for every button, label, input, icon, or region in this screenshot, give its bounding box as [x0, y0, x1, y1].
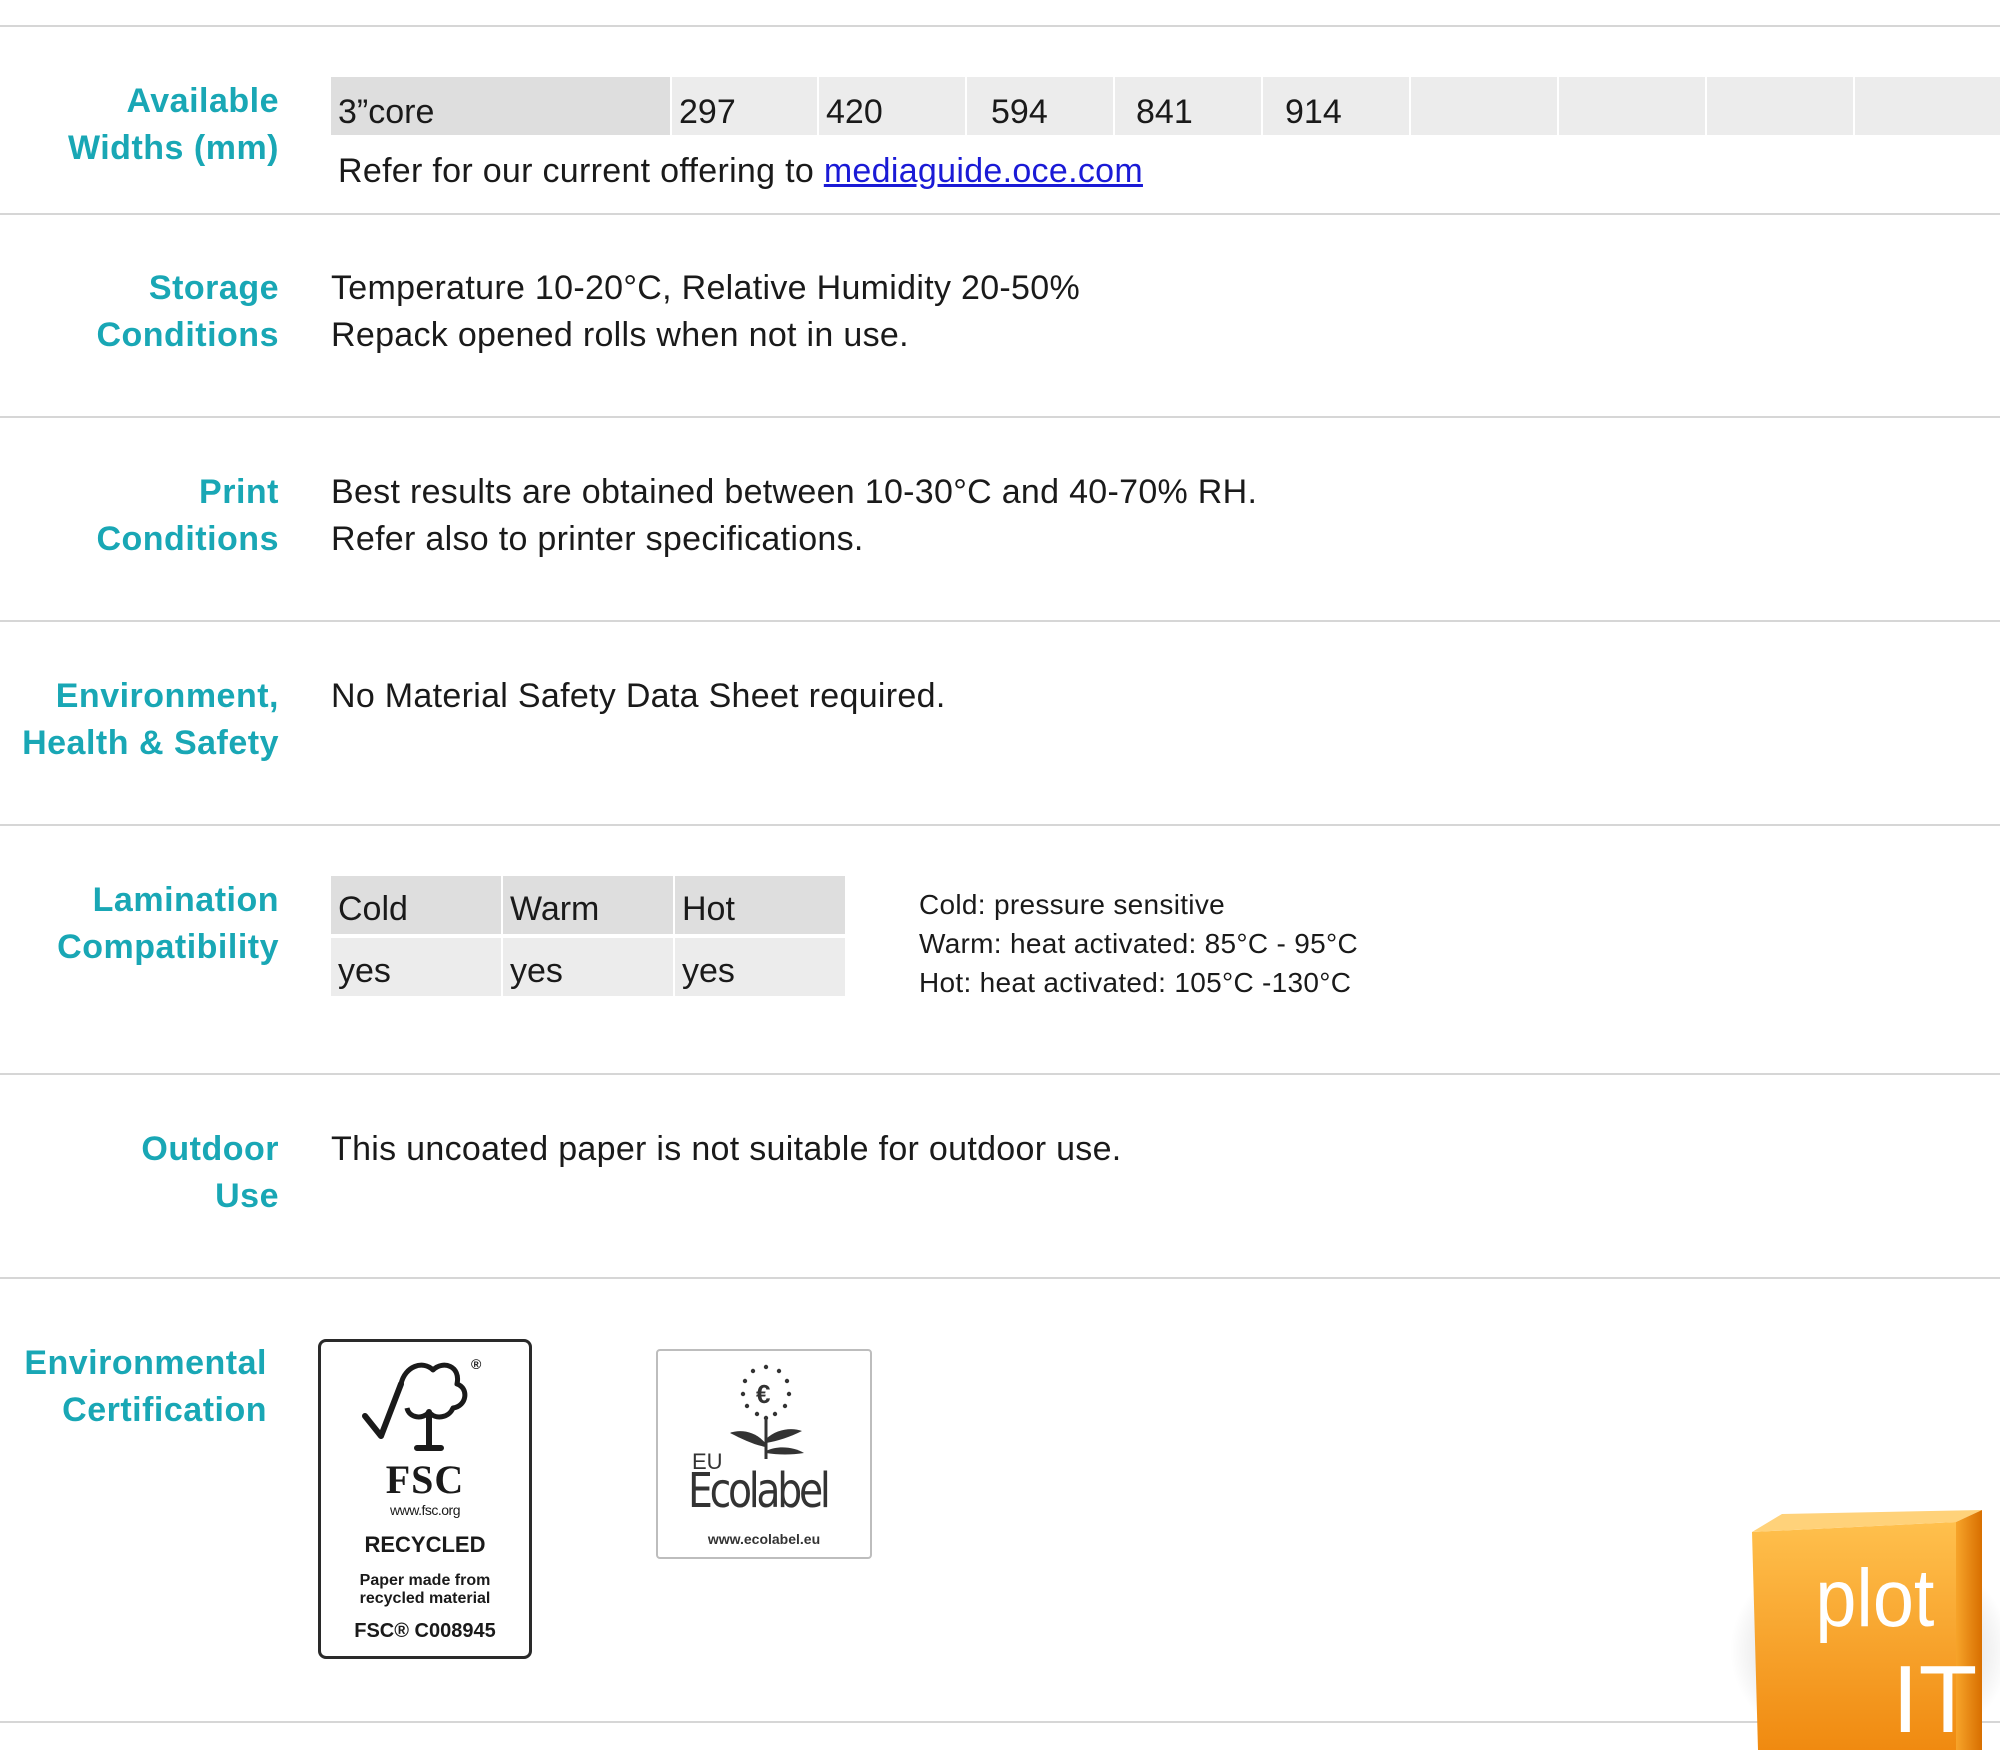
widths-core-cell: 3”core [331, 77, 670, 135]
outdoor-label: Outdoor Use [0, 1126, 279, 1220]
eu-ecolabel-logo: € EU Ecolabel www.ecolabel.eu [656, 1349, 872, 1559]
print-label-line2: Conditions [96, 520, 279, 558]
rule-after-widths [0, 213, 2000, 215]
widths-label: Available Widths (mm) [0, 78, 279, 172]
fsc-url: www.fsc.org [390, 1502, 460, 1518]
storage-label: Storage Conditions [0, 265, 279, 359]
rule-after-storage [0, 416, 2000, 418]
storage-label-line1: Storage [148, 269, 279, 307]
certification-label: Environmental Certification [0, 1340, 267, 1434]
outdoor-label-line2: Use [215, 1177, 279, 1215]
outdoor-label-line1: Outdoor [141, 1130, 279, 1168]
plotit-logo: plot IT [1730, 1510, 2000, 1750]
outdoor-line1: This uncoated paper is not suitable for … [331, 1130, 1122, 1168]
print-line2: Refer also to printer specifications. [331, 520, 864, 558]
lamination-header-hot: Hot [675, 876, 845, 934]
print-text: Best results are obtained between 10-30°… [331, 469, 1257, 563]
certification-label-line2: Certification [62, 1391, 267, 1429]
ehs-label: Environment, Health & Safety [0, 673, 279, 767]
fsc-mark: FSC [385, 1457, 465, 1502]
ehs-line1: No Material Safety Data Sheet required. [331, 677, 946, 715]
widths-refer: Refer for our current offering to mediag… [338, 148, 1143, 195]
fsc-recycled: RECYCLED [364, 1532, 486, 1557]
storage-line1: Temperature 10-20°C, Relative Humidity 2… [331, 269, 1080, 307]
lamination-label-line2: Compatibility [57, 928, 279, 966]
outdoor-text: This uncoated paper is not suitable for … [331, 1126, 1122, 1173]
lamination-note-warm: Warm: heat activated: 85°C - 95°C [919, 928, 1358, 959]
rule-after-ehs [0, 824, 2000, 826]
plotit-line2: IT [1892, 1646, 1977, 1750]
widths-refer-text: Refer for our current offering to [338, 152, 824, 190]
lamination-notes: Cold: pressure sensitive Warm: heat acti… [919, 885, 1358, 1002]
widths-label-line2: Widths (mm) [67, 129, 279, 167]
lamination-label: Lamination Compatibility [0, 877, 279, 971]
rule-after-lamination [0, 1073, 2000, 1075]
plotit-line1: plot [1815, 1551, 1934, 1644]
lamination-header-warm: Warm [503, 876, 673, 934]
fsc-code: FSC® C008945 [354, 1620, 496, 1642]
eu-euro-symbol: € [756, 1379, 771, 1409]
widths-cell: 420 [819, 77, 965, 135]
mediaguide-link[interactable]: mediaguide.oce.com [824, 152, 1143, 190]
fsc-desc-line2: recycled material [359, 1590, 491, 1607]
lamination-note-hot: Hot: heat activated: 105°C -130°C [919, 967, 1352, 998]
widths-label-line1: Available [126, 82, 279, 120]
lamination-value-warm: yes [503, 938, 673, 996]
ehs-label-line1: Environment, [55, 677, 279, 715]
fsc-recycled-logo: ® FSC www.fsc.org RECYCLED Paper made fr… [318, 1339, 532, 1659]
ehs-label-line2: Health & Safety [22, 724, 279, 762]
rule-bottom [0, 1721, 2000, 1723]
print-label-line1: Print [199, 473, 279, 511]
widths-cell [1707, 77, 1853, 135]
widths-cell [1855, 77, 2000, 135]
fsc-registered-mark: ® [471, 1356, 482, 1372]
widths-cell: 297 [672, 77, 817, 135]
lamination-value-hot: yes [675, 938, 845, 996]
lamination-header-cold: Cold [331, 876, 501, 934]
rule-after-print [0, 620, 2000, 622]
widths-cell [1559, 77, 1705, 135]
ehs-text: No Material Safety Data Sheet required. [331, 673, 946, 720]
storage-label-line2: Conditions [96, 316, 279, 354]
fsc-desc-line1: Paper made from [359, 1572, 491, 1589]
rule-top [0, 25, 2000, 27]
widths-cell [1411, 77, 1557, 135]
storage-text: Temperature 10-20°C, Relative Humidity 2… [331, 265, 1080, 359]
widths-cell: 914 [1263, 77, 1409, 135]
rule-after-outdoor [0, 1277, 2000, 1279]
print-label: Print Conditions [0, 469, 279, 563]
lamination-note-cold: Cold: pressure sensitive [919, 889, 1225, 920]
print-line1: Best results are obtained between 10-30°… [331, 473, 1258, 511]
widths-cell: 594 [967, 77, 1113, 135]
lamination-label-line1: Lamination [92, 881, 279, 919]
storage-line2: Repack opened rolls when not in use. [331, 316, 909, 354]
eu-flower-icon [730, 1364, 804, 1459]
lamination-value-cold: yes [331, 938, 501, 996]
ecolabel-name: Ecolabel [688, 1463, 831, 1519]
ecolabel-url: www.ecolabel.eu [707, 1531, 821, 1547]
certification-label-line1: Environmental [24, 1344, 267, 1382]
widths-cell: 841 [1115, 77, 1261, 135]
